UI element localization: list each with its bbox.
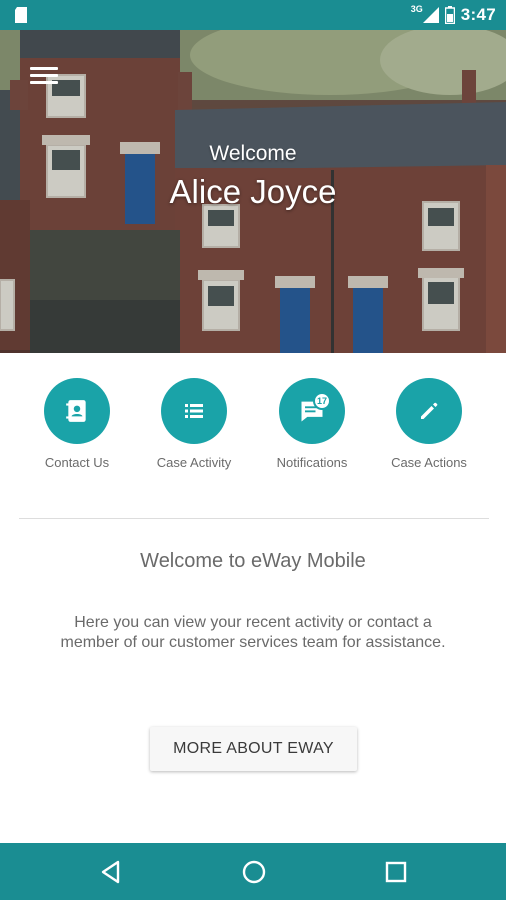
- quick-actions: Contact Us Case Activity 17 Notification…: [0, 378, 506, 478]
- back-icon[interactable]: [96, 857, 126, 887]
- notification-badge: 17: [313, 392, 331, 410]
- network-label: 3G: [410, 4, 423, 14]
- case-activity-button[interactable]: Case Activity: [134, 378, 254, 470]
- more-about-eway-button[interactable]: MORE ABOUT EWAY: [150, 727, 357, 771]
- contact-card-icon: [66, 400, 86, 422]
- section-divider: [19, 518, 489, 519]
- signal-icon: [422, 7, 439, 23]
- recents-icon[interactable]: [381, 857, 411, 887]
- status-bar: 3G 3:47: [0, 0, 506, 30]
- case-actions-circle[interactable]: [396, 378, 462, 444]
- case-activity-circle[interactable]: [161, 378, 227, 444]
- contact-us-label: Contact Us: [44, 455, 110, 470]
- contact-us-button[interactable]: Contact Us: [17, 378, 137, 470]
- pencil-icon: [421, 402, 438, 419]
- intro-body: Here you can view your recent activity o…: [60, 614, 446, 651]
- hero-greeting: Welcome: [209, 142, 297, 165]
- contact-us-circle[interactable]: [44, 378, 110, 444]
- hero-banner: Welcome Alice Joyce: [0, 30, 506, 353]
- navigation-bar: [0, 843, 506, 900]
- sd-card-icon: [15, 7, 27, 23]
- list-icon: [185, 404, 203, 418]
- user-name: Alice Joyce: [169, 173, 337, 210]
- home-icon[interactable]: [239, 857, 269, 887]
- status-icons: 3G 3:47: [411, 0, 496, 30]
- case-activity-label: Case Activity: [156, 455, 232, 470]
- battery-icon: [444, 6, 455, 24]
- status-time: 3:47: [460, 5, 496, 24]
- case-actions-label: Case Actions: [391, 455, 467, 470]
- intro-title: Welcome to eWay Mobile: [140, 550, 366, 572]
- case-actions-button[interactable]: Case Actions: [369, 378, 489, 470]
- notifications-label: Notifications: [276, 455, 348, 470]
- notifications-circle[interactable]: 17: [279, 378, 345, 444]
- notifications-button[interactable]: 17 Notifications: [252, 378, 372, 470]
- hamburger-menu-icon[interactable]: [26, 63, 62, 91]
